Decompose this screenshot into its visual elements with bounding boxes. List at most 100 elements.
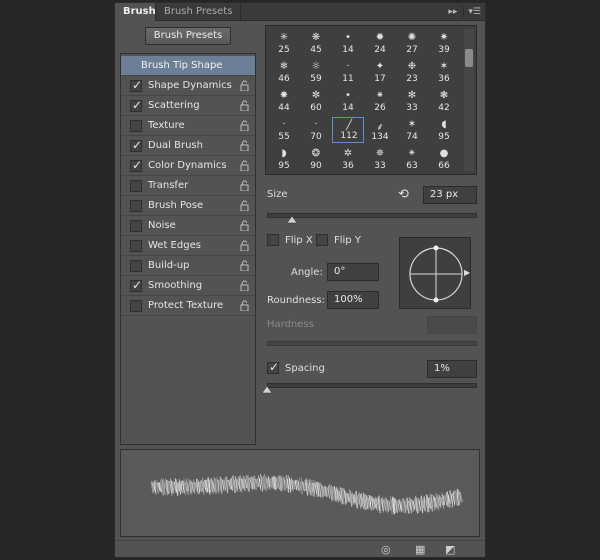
- flip-x-checkbox[interactable]: [267, 234, 279, 246]
- list-item-scattering[interactable]: ✓ Scattering: [121, 96, 255, 116]
- brush-tip[interactable]: ⁕ 26: [364, 88, 396, 114]
- brush-tip-preview-icon: ☼: [311, 61, 321, 72]
- lock-icon[interactable]: [240, 300, 249, 311]
- brush-tip[interactable]: · 55: [268, 117, 300, 143]
- brush-tip[interactable]: ✺ 27: [396, 30, 428, 56]
- brush-tip[interactable]: • 14: [332, 30, 364, 56]
- brush-tip[interactable]: ✳ 25: [268, 30, 300, 56]
- brush-tip[interactable]: ✼ 60: [300, 88, 332, 114]
- brush-tip[interactable]: ✸ 44: [268, 88, 300, 114]
- spacing-checkbox[interactable]: ✓: [267, 360, 279, 374]
- brush-tip-preview-icon: ✸: [279, 90, 289, 101]
- list-checkbox[interactable]: [130, 180, 142, 192]
- size-field[interactable]: 23 px: [423, 186, 477, 204]
- brush-tip[interactable]: ✦ 17: [364, 59, 396, 85]
- lock-icon[interactable]: [240, 160, 249, 171]
- brush-presets-button[interactable]: Brush Presets: [145, 27, 231, 45]
- list-checkbox[interactable]: [130, 200, 142, 212]
- list-item-noise[interactable]: Noise: [121, 216, 255, 236]
- spacing-slider-thumb[interactable]: [262, 386, 272, 394]
- list-item-brush-tip-shape[interactable]: Brush Tip Shape: [121, 56, 255, 76]
- brush-tip-size: 33: [406, 103, 418, 113]
- brush-tip[interactable]: • 14: [332, 88, 364, 114]
- brush-preset-grid-icon[interactable]: ▦: [415, 543, 425, 556]
- panel-menu-icon[interactable]: ▾☰: [463, 6, 481, 18]
- brush-tip[interactable]: ❂ 90: [300, 146, 332, 172]
- brush-tip[interactable]: ❉ 23: [396, 59, 428, 85]
- brush-tip[interactable]: ☼ 59: [300, 59, 332, 85]
- brush-tip[interactable]: · 70: [300, 117, 332, 143]
- brush-tip[interactable]: ✷ 39: [428, 30, 460, 56]
- size-slider-thumb[interactable]: [287, 216, 298, 224]
- list-checkbox[interactable]: [130, 260, 142, 272]
- brush-tip[interactable]: ❄ 46: [268, 59, 300, 85]
- brush-tip-preview-icon: ❂: [311, 148, 321, 159]
- brush-tip[interactable]: ✶ 36: [428, 59, 460, 85]
- list-item-protect-texture[interactable]: Protect Texture: [121, 296, 255, 316]
- brush-tip[interactable]: ◗ 95: [268, 146, 300, 172]
- flip-y-label: Flip Y: [334, 235, 361, 246]
- list-item-shape-dynamics[interactable]: ✓ Shape Dynamics: [121, 76, 255, 96]
- list-item-transfer[interactable]: Transfer: [121, 176, 255, 196]
- list-checkbox[interactable]: ✓: [130, 78, 142, 92]
- lock-icon[interactable]: [240, 120, 249, 131]
- double-arrow-icon[interactable]: ▸▸: [448, 6, 457, 18]
- brush-tip-preview-icon: ⁕: [375, 90, 385, 101]
- brush-tip-preview-icon: ✦: [375, 61, 385, 72]
- brush-tip[interactable]: · 11: [332, 59, 364, 85]
- list-checkbox[interactable]: [130, 240, 142, 252]
- list-item-texture[interactable]: Texture: [121, 116, 255, 136]
- brush-tip[interactable]: ✴ 63: [396, 146, 428, 172]
- lock-icon[interactable]: [240, 280, 249, 291]
- spacing-slider[interactable]: [267, 383, 477, 388]
- brush-tip[interactable]: ✻ 33: [396, 88, 428, 114]
- list-item-dual-brush[interactable]: ✓ Dual Brush: [121, 136, 255, 156]
- brush-tip[interactable]: ● 66: [428, 146, 460, 172]
- list-item-build-up[interactable]: Build-up: [121, 256, 255, 276]
- tab-brush-presets[interactable]: Brush Presets: [155, 3, 242, 21]
- scroll-thumb[interactable]: [465, 49, 473, 67]
- new-brush-icon[interactable]: ◩: [445, 543, 455, 556]
- tab-brush[interactable]: Brush: [115, 3, 156, 21]
- spacing-field[interactable]: 1%: [427, 360, 477, 378]
- list-checkbox[interactable]: ✓: [130, 278, 142, 292]
- brush-tip[interactable]: ❋ 45: [300, 30, 332, 56]
- lock-icon[interactable]: [240, 80, 249, 91]
- list-checkbox[interactable]: ✓: [130, 98, 142, 112]
- angle-field[interactable]: 0°: [327, 263, 379, 281]
- lock-icon[interactable]: [240, 240, 249, 251]
- brush-tip-size: 45: [310, 45, 322, 55]
- brush-tip[interactable]: ✶ 74: [396, 117, 428, 143]
- list-checkbox[interactable]: ✓: [130, 138, 142, 152]
- size-slider[interactable]: [267, 213, 477, 218]
- list-item-color-dynamics[interactable]: ✓ Color Dynamics: [121, 156, 255, 176]
- flip-y-checkbox[interactable]: [316, 234, 328, 246]
- toggle-live-tip-icon[interactable]: ◎: [381, 543, 391, 556]
- lock-icon[interactable]: [240, 220, 249, 231]
- grid-scrollbar[interactable]: [464, 29, 474, 171]
- brush-tip[interactable]: ✲ 36: [332, 146, 364, 172]
- brush-tip-size: 60: [310, 103, 322, 113]
- lock-icon[interactable]: [240, 140, 249, 151]
- brush-tip-size: 42: [438, 103, 450, 113]
- angle-roundness-dial[interactable]: [399, 237, 471, 309]
- list-checkbox[interactable]: [130, 300, 142, 312]
- brush-tip[interactable]: ⸙ 134: [364, 117, 396, 143]
- brush-tip[interactable]: ✹ 24: [364, 30, 396, 56]
- list-item-wet-edges[interactable]: Wet Edges: [121, 236, 255, 256]
- roundness-field[interactable]: 100%: [327, 291, 379, 309]
- list-item-smoothing[interactable]: ✓ Smoothing: [121, 276, 255, 296]
- lock-icon[interactable]: [240, 260, 249, 271]
- brush-tip[interactable]: ╱ 112: [332, 117, 364, 143]
- brush-tip[interactable]: ✵ 33: [364, 146, 396, 172]
- list-checkbox[interactable]: [130, 220, 142, 232]
- brush-tip[interactable]: ❃ 42: [428, 88, 460, 114]
- lock-icon[interactable]: [240, 200, 249, 211]
- list-item-brush-pose[interactable]: Brush Pose: [121, 196, 255, 216]
- reset-size-icon[interactable]: ⟲: [398, 187, 409, 202]
- brush-tip[interactable]: ◖ 95: [428, 117, 460, 143]
- list-checkbox[interactable]: ✓: [130, 158, 142, 172]
- list-checkbox[interactable]: [130, 120, 142, 132]
- lock-icon[interactable]: [240, 100, 249, 111]
- lock-icon[interactable]: [240, 180, 249, 191]
